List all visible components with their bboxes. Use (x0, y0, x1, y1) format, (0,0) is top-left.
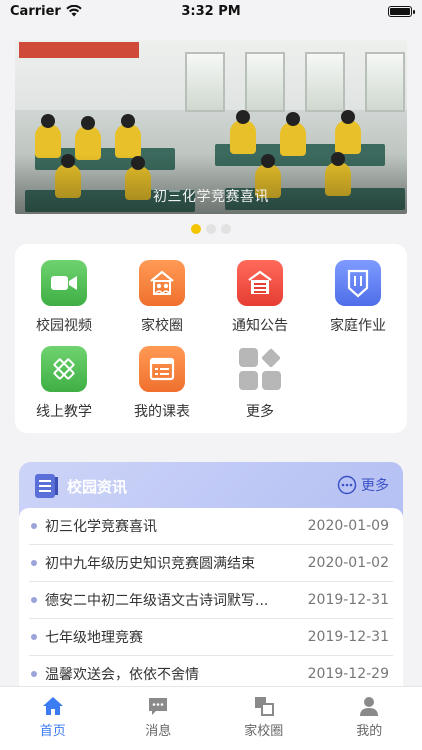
bullet-icon (31, 597, 37, 603)
more-dots-icon (337, 475, 357, 495)
profile-icon (360, 697, 379, 716)
bullet-icon (31, 671, 37, 677)
status-bar: Carrier 3:32 PM (0, 0, 422, 22)
grid-item-notice[interactable]: 通知公告 (211, 260, 309, 340)
wifi-icon (66, 5, 82, 17)
grid-label: 校园视频 (36, 318, 92, 334)
banner-sign (19, 42, 139, 58)
news-item-title: 初中九年级历史知识竞赛圆满结束 (45, 556, 255, 572)
banner-student (230, 110, 256, 154)
tab-label: 我的 (356, 724, 383, 739)
grid-item-homework[interactable]: 家庭作业 (309, 260, 407, 340)
news-item-date: 2019-12-31 (307, 629, 389, 645)
news-item-date: 2019-12-31 (307, 592, 389, 608)
banner-student (335, 110, 361, 154)
tab-messages[interactable]: 消息 (106, 687, 212, 750)
banner-window (365, 52, 405, 112)
more-icon (237, 346, 283, 392)
news-item[interactable]: 初中九年级历史知识竞赛圆满结束 2020-01-02 (29, 545, 393, 582)
banner-student (115, 114, 141, 158)
news-item[interactable]: 初三化学竞赛喜讯 2020-01-09 (29, 508, 393, 545)
news-item-title: 德安二中初二年级语文古诗词默写... (45, 593, 269, 609)
circle-icon (254, 697, 274, 716)
function-grid: 校园视频 家校圈 通知公告 家庭作业 线上教学 我的课表 更多 (15, 244, 407, 433)
timetable-icon (139, 346, 185, 392)
grid-item-campus-video[interactable]: 校园视频 (15, 260, 113, 340)
banner-carousel[interactable]: 初三化学竞赛喜讯 (15, 40, 407, 214)
news-item-date: 2020-01-02 (307, 555, 389, 571)
tab-label: 消息 (145, 724, 172, 739)
grid-label: 我的课表 (134, 404, 190, 420)
banner-window (185, 52, 225, 112)
news-item-title: 温馨欢送会，依依不舍情 (45, 667, 199, 683)
news-title: 校园资讯 (67, 477, 128, 496)
bullet-icon (31, 560, 37, 566)
battery-icon (388, 5, 415, 17)
carousel-dot[interactable] (206, 224, 216, 234)
video-icon (41, 260, 87, 306)
message-icon (149, 698, 168, 715)
carousel-dots (0, 224, 422, 234)
news-item-title: 七年级地理竞赛 (45, 630, 143, 646)
grid-label: 家庭作业 (330, 318, 386, 334)
grid-label: 更多 (246, 404, 274, 420)
grid-label: 线上教学 (36, 404, 92, 420)
notice-icon (237, 260, 283, 306)
homework-icon (335, 260, 381, 306)
news-item-title: 初三化学竞赛喜讯 (45, 519, 157, 535)
news-icon (35, 474, 58, 498)
tab-label: 首页 (39, 724, 66, 739)
banner-student (35, 114, 61, 158)
news-item-date: 2019-12-29 (307, 666, 389, 682)
banner-student (280, 112, 306, 156)
grid-label: 通知公告 (232, 318, 288, 334)
carousel-dot[interactable] (191, 224, 201, 234)
tab-bar: 首页 消息 家校圈 我的 (0, 686, 422, 750)
grid-item-home-school-circle[interactable]: 家校圈 (113, 260, 211, 340)
news-item[interactable]: 七年级地理竞赛 2019-12-31 (29, 619, 393, 656)
news-list: 初三化学竞赛喜讯 2020-01-09 初中九年级历史知识竞赛圆满结束 2020… (19, 508, 403, 702)
carrier-label: Carrier (10, 3, 61, 19)
status-left: Carrier (10, 4, 82, 19)
carousel-dot[interactable] (221, 224, 231, 234)
news-item-date: 2020-01-09 (307, 518, 389, 534)
grid-item-more[interactable]: 更多 (211, 346, 309, 426)
grid-item-online-teaching[interactable]: 线上教学 (15, 346, 113, 426)
banner-window (305, 52, 345, 112)
news-more-label: 更多 (361, 478, 389, 494)
news-item[interactable]: 德安二中初二年级语文古诗词默写... 2019-12-31 (29, 582, 393, 619)
tab-profile[interactable]: 我的 (317, 687, 422, 750)
bullet-icon (31, 634, 37, 640)
grid-label: 家校圈 (141, 318, 183, 334)
bullet-icon (31, 523, 37, 529)
tab-label: 家校圈 (244, 724, 284, 739)
campus-news-card: 校园资讯 更多 初三化学竞赛喜讯 2020-01-09 初中九年级历史知识竞赛圆… (19, 462, 403, 702)
home-circle-icon (139, 260, 185, 306)
tab-home-school-circle[interactable]: 家校圈 (211, 687, 317, 750)
banner-window (245, 52, 285, 112)
pencil-ruler-icon (41, 346, 87, 392)
home-icon (42, 697, 63, 715)
grid-item-timetable[interactable]: 我的课表 (113, 346, 211, 426)
tab-home[interactable]: 首页 (0, 687, 106, 750)
banner-caption: 初三化学竞赛喜讯 (153, 189, 269, 205)
news-more-button[interactable]: 更多 (337, 475, 389, 495)
